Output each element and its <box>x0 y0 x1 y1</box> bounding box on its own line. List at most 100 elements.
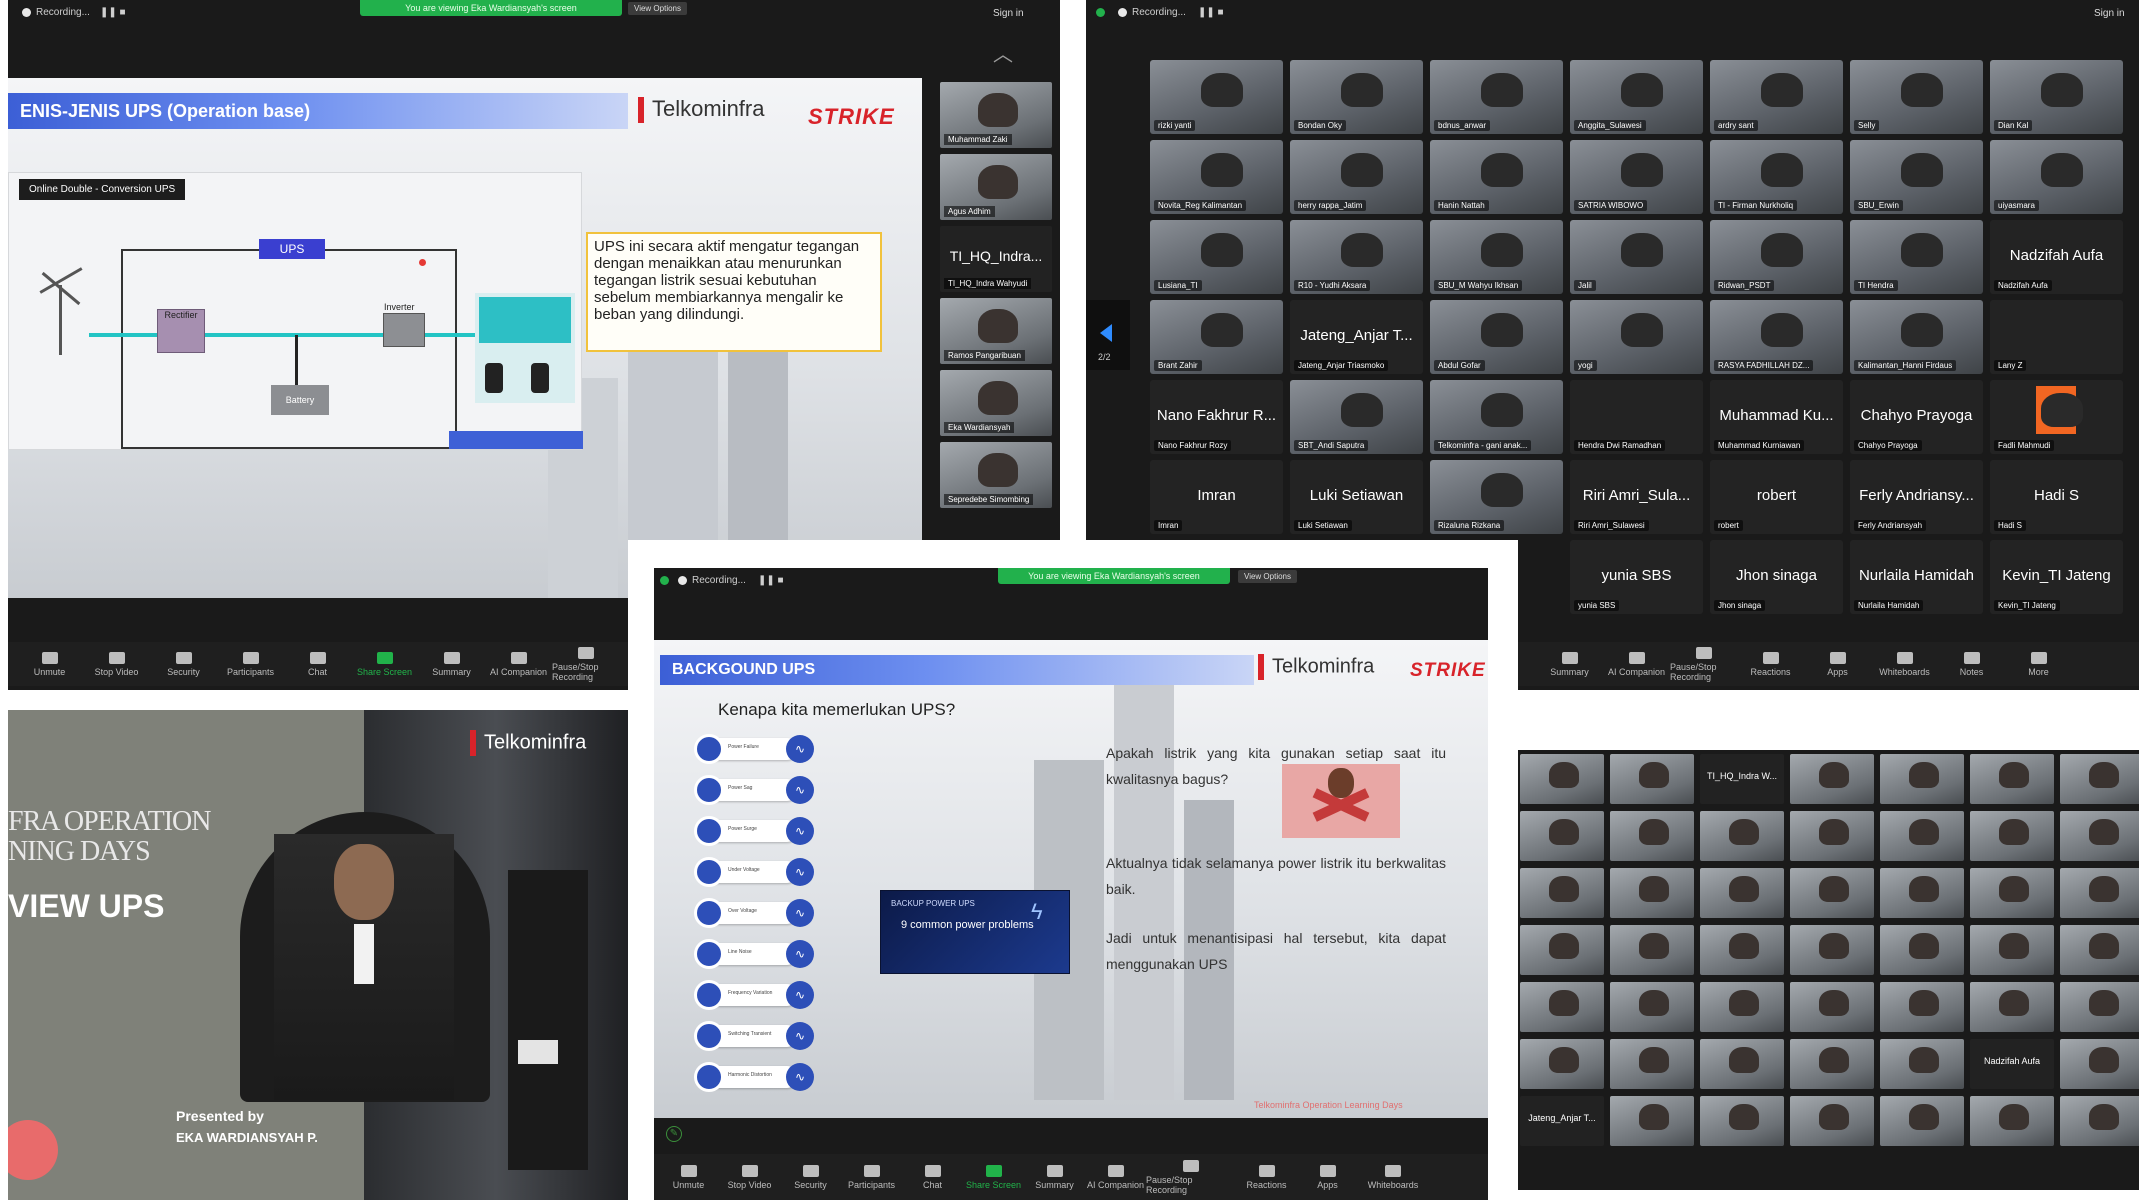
participant-tile[interactable]: Imran Imran <box>1150 460 1283 534</box>
participant-tile[interactable] <box>1700 868 1784 918</box>
participant-tile[interactable] <box>1970 754 2054 804</box>
participant-tile[interactable]: Hanin Nattah <box>1430 140 1563 214</box>
reactions-button[interactable]: Reactions <box>1236 1157 1297 1197</box>
chat-button[interactable]: Chat <box>902 1157 963 1197</box>
participant-tile[interactable] <box>1790 1096 1874 1146</box>
participants-button[interactable]: Participants <box>217 644 284 684</box>
participant-tile[interactable]: Anggita_Sulawesi <box>1570 60 1703 134</box>
participant-tile[interactable]: Kevin_TI Jateng Kevin_TI Jateng <box>1990 540 2123 614</box>
pause-recording-button[interactable]: Pause/Stop Recording <box>1670 644 1737 684</box>
sign-in-link[interactable]: Sign in <box>2094 8 2125 19</box>
participant-tile[interactable] <box>2060 868 2139 918</box>
security-button[interactable]: Security <box>150 644 217 684</box>
more-button[interactable]: More <box>2005 644 2072 684</box>
participant-tile[interactable] <box>1520 811 1604 861</box>
participant-tile[interactable]: herry rappa_Jatim <box>1290 140 1423 214</box>
participant-tile[interactable]: Hendra Dwi Ramadhan <box>1570 380 1703 454</box>
participant-tile[interactable] <box>1520 868 1604 918</box>
participant-tile[interactable] <box>2060 982 2139 1032</box>
participant-tile[interactable] <box>1520 1039 1604 1089</box>
participant-tile[interactable]: yunia SBS yunia SBS <box>1570 540 1703 614</box>
participant-tile[interactable]: robert robert <box>1710 460 1843 534</box>
participant-tile[interactable]: Jateng_Anjar T... Jateng_Anjar Triasmoko <box>1290 300 1423 374</box>
participant-tile[interactable]: SBU_Erwin <box>1850 140 1983 214</box>
participant-tile[interactable]: Sepredebe Simombing <box>940 442 1052 508</box>
participant-tile[interactable] <box>2060 925 2139 975</box>
participant-tile[interactable]: Ramos Pangaribuan <box>940 298 1052 364</box>
participant-tile[interactable] <box>1610 811 1694 861</box>
stop-video-button[interactable]: Stop Video <box>719 1157 780 1197</box>
participant-tile[interactable]: Muhammad Zaki <box>940 82 1052 148</box>
participant-tile[interactable] <box>1970 982 2054 1032</box>
participant-tile[interactable] <box>1700 811 1784 861</box>
participant-tile[interactable] <box>1610 868 1694 918</box>
participant-tile[interactable] <box>1880 982 1964 1032</box>
participant-tile[interactable]: TI_HQ_Indra W... <box>1700 754 1784 804</box>
ai-companion-button[interactable]: AI Companion <box>1085 1157 1146 1197</box>
participant-tile[interactable]: SBU_M Wahyu Ikhsan <box>1430 220 1563 294</box>
sign-in-link[interactable]: Sign in <box>993 8 1024 19</box>
participant-tile[interactable]: Jateng_Anjar T... <box>1520 1096 1604 1146</box>
pause-recording-button[interactable]: Pause/Stop Recording <box>552 644 619 684</box>
ai-companion-button[interactable]: AI Companion <box>1603 644 1670 684</box>
participant-tile[interactable]: Novita_Reg Kalimantan <box>1150 140 1283 214</box>
security-button[interactable]: Security <box>780 1157 841 1197</box>
participant-tile[interactable]: Muhammad Ku... Muhammad Kurniawan <box>1710 380 1843 454</box>
participant-tile[interactable]: Ferly Andriansy... Ferly Andriansyah <box>1850 460 1983 534</box>
participant-tile[interactable]: Jalil <box>1570 220 1703 294</box>
participant-tile[interactable] <box>2060 1096 2139 1146</box>
participant-tile[interactable]: Nadzifah Aufa Nadzifah Aufa <box>1990 220 2123 294</box>
participant-tile[interactable] <box>1610 982 1694 1032</box>
chat-button[interactable]: Chat <box>284 644 351 684</box>
participant-tile[interactable] <box>1700 1039 1784 1089</box>
participant-tile[interactable] <box>1520 982 1604 1032</box>
pause-icon[interactable]: ❚❚ ■ <box>758 575 784 586</box>
participant-tile[interactable] <box>1970 811 2054 861</box>
participant-tile[interactable] <box>1700 925 1784 975</box>
annotate-icon[interactable]: ✎ <box>666 1126 682 1142</box>
pause-icon[interactable]: ❚❚ ■ <box>100 7 126 18</box>
participant-tile[interactable]: Lusiana_TI <box>1150 220 1283 294</box>
participant-tile[interactable]: Eka Wardiansyah <box>940 370 1052 436</box>
participant-tile[interactable] <box>1790 811 1874 861</box>
participant-tile[interactable]: R10 - Yudhi Aksara <box>1290 220 1423 294</box>
apps-button[interactable]: Apps <box>1804 644 1871 684</box>
participant-tile[interactable]: rizki yanti <box>1150 60 1283 134</box>
participant-tile[interactable] <box>1970 868 2054 918</box>
participant-tile[interactable]: Telkominfra - gani anak... <box>1430 380 1563 454</box>
participant-tile[interactable]: SATRIA WIBOWO <box>1570 140 1703 214</box>
participant-tile[interactable] <box>1880 1039 1964 1089</box>
chevron-up-icon[interactable]: ︿ <box>993 38 1013 67</box>
unmute-button[interactable]: Unmute <box>658 1157 719 1197</box>
participant-tile[interactable]: Kalimantan_Hanni Firdaus <box>1850 300 1983 374</box>
participant-tile[interactable]: TI - Firman Nurkholiq <box>1710 140 1843 214</box>
whiteboards-button[interactable]: Whiteboards <box>1358 1157 1428 1197</box>
participant-tile[interactable] <box>1520 925 1604 975</box>
view-options-button[interactable]: View Options <box>628 2 687 15</box>
participant-tile[interactable]: bdnus_anwar <box>1430 60 1563 134</box>
participant-tile[interactable]: Bondan Oky <box>1290 60 1423 134</box>
view-options-button[interactable]: View Options <box>1238 570 1297 583</box>
participant-tile[interactable]: Nurlaila Hamidah Nurlaila Hamidah <box>1850 540 1983 614</box>
summary-button[interactable]: Summary <box>418 644 485 684</box>
prev-page-button[interactable]: 2/2 <box>1086 300 1130 370</box>
participant-tile[interactable] <box>1880 754 1964 804</box>
participant-tile[interactable]: Nadzifah Aufa <box>1970 1039 2054 1089</box>
participant-tile[interactable]: TI Hendra <box>1850 220 1983 294</box>
participant-tile[interactable]: RASYA FADHILLAH DZ... <box>1710 300 1843 374</box>
participant-tile[interactable]: Ridwan_PSDT <box>1710 220 1843 294</box>
participant-tile[interactable] <box>1700 1096 1784 1146</box>
participant-tile[interactable]: Agus Adhim <box>940 154 1052 220</box>
participant-tile[interactable]: Brant Zahir <box>1150 300 1283 374</box>
participant-tile[interactable]: Selly <box>1850 60 1983 134</box>
participant-tile[interactable]: uiyasmara <box>1990 140 2123 214</box>
participant-tile[interactable]: ardry sant <box>1710 60 1843 134</box>
participant-tile[interactable] <box>2060 754 2139 804</box>
participant-tile[interactable]: Lany Z <box>1990 300 2123 374</box>
apps-button[interactable]: Apps <box>1297 1157 1358 1197</box>
participant-tile[interactable]: Jhon sinaga Jhon sinaga <box>1710 540 1843 614</box>
summary-button[interactable]: Summary <box>1024 1157 1085 1197</box>
participant-tile[interactable] <box>1790 982 1874 1032</box>
participant-tile[interactable]: yogi <box>1570 300 1703 374</box>
participant-tile[interactable]: Abdul Gofar <box>1430 300 1563 374</box>
